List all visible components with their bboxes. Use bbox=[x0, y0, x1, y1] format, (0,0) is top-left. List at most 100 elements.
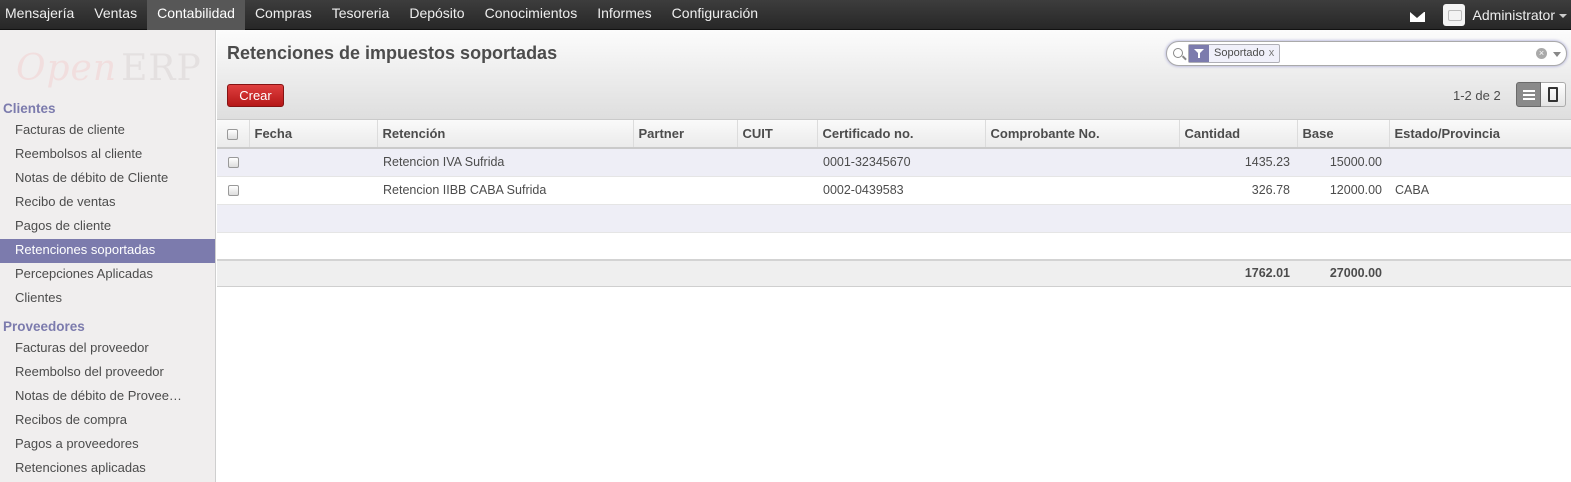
logo-open: Open bbox=[16, 48, 118, 89]
chevron-down-icon[interactable] bbox=[1559, 14, 1567, 18]
topnav-item-compras[interactable]: Compras bbox=[245, 0, 322, 30]
row-checkbox[interactable] bbox=[227, 185, 239, 197]
cell-retencion: Retencion IVA Sufrida bbox=[377, 148, 633, 177]
list-view-button[interactable] bbox=[1516, 82, 1541, 107]
pager-value[interactable]: 1-2 de 2 bbox=[1453, 88, 1501, 103]
empty-cell bbox=[817, 204, 985, 233]
top-menu: Mensajería Ventas Contabilidad Compras Tesor… bbox=[0, 0, 768, 30]
empty-cell bbox=[249, 204, 377, 233]
sidebar-item-clientes[interactable]: Clientes bbox=[0, 287, 215, 311]
topnav-item-informes[interactable]: Informes bbox=[587, 0, 661, 30]
table-row[interactable]: Retencion IVA Sufrida 0001-32345670 1435.2… bbox=[217, 148, 1571, 177]
clear-search-icon[interactable]: × bbox=[1536, 48, 1547, 59]
row-select-cell bbox=[217, 148, 249, 177]
cell-certificado-no: 0002-0439583 bbox=[817, 176, 985, 205]
topnav-item-ventas[interactable]: Ventas bbox=[84, 0, 147, 30]
column-header-fecha[interactable]: Fecha bbox=[249, 120, 378, 149]
user-area: Administrator bbox=[1409, 0, 1571, 30]
sidebar-item-retenciones-aplicadas[interactable]: Retenciones aplicadas bbox=[0, 457, 215, 481]
totals-cell bbox=[985, 259, 1179, 287]
totals-cell bbox=[217, 259, 249, 287]
form-view-button[interactable] bbox=[1541, 82, 1566, 107]
table-row[interactable]: Retencion IIBB CABA Sufrida 0002-0439583 3… bbox=[217, 176, 1571, 205]
empty-cell bbox=[817, 232, 985, 261]
cell-fecha bbox=[249, 148, 377, 177]
select-all-checkbox[interactable] bbox=[227, 129, 239, 141]
row-select-cell bbox=[217, 176, 249, 205]
totals-row: 1762.01 27000.00 bbox=[217, 259, 1571, 287]
facet-category bbox=[1189, 45, 1209, 62]
cell-certificado-no: 0001-32345670 bbox=[817, 148, 985, 177]
column-header-partner[interactable]: Partner bbox=[633, 120, 738, 149]
sidebar-item-recibo-de-ventas[interactable]: Recibo de ventas bbox=[0, 191, 215, 215]
topnav-item-configuracion[interactable]: Configuración bbox=[662, 0, 768, 30]
user-menu[interactable]: Administrator bbox=[1473, 7, 1555, 23]
totals-cell bbox=[249, 259, 377, 287]
column-header-retencion[interactable]: Retención bbox=[377, 120, 634, 149]
facet-value: Soportado bbox=[1214, 47, 1265, 59]
column-header-comprobante-no[interactable]: Comprobante No. bbox=[985, 120, 1180, 149]
create-button[interactable]: Crear bbox=[227, 84, 284, 107]
sidebar-section-clientes[interactable]: Clientes bbox=[3, 101, 56, 116]
row-checkbox[interactable] bbox=[227, 157, 239, 169]
topnav-item-conocimientos[interactable]: Conocimientos bbox=[475, 0, 588, 30]
list-table: Fecha Retención Partner CUIT Certificado no.… bbox=[217, 120, 1571, 287]
column-header-cantidad[interactable]: Cantidad bbox=[1179, 120, 1298, 149]
sidebar-section-proveedores[interactable]: Proveedores bbox=[3, 319, 85, 334]
total-base: 27000.00 bbox=[1297, 259, 1389, 287]
cell-comprobante-no bbox=[985, 148, 1179, 177]
empty-cell bbox=[1297, 204, 1389, 233]
cell-partner bbox=[633, 176, 737, 205]
sidebar-item-notas-de-debito-de-provee[interactable]: Notas de débito de Provee… bbox=[0, 385, 215, 409]
search-options-toggle-icon[interactable] bbox=[1553, 52, 1561, 57]
mail-icon[interactable] bbox=[1409, 11, 1425, 22]
view-header: Retenciones de impuestos soportadas Sopo… bbox=[217, 30, 1571, 120]
sidebar-item-notas-de-debito-de-cliente[interactable]: Notas de débito de Cliente bbox=[0, 167, 215, 191]
sidebar-item-percepciones-aplicadas[interactable]: Percepciones Aplicadas bbox=[0, 263, 215, 287]
logo[interactable]: Open ERP bbox=[16, 48, 202, 89]
empty-cell bbox=[1297, 232, 1389, 261]
cell-cantidad: 326.78 bbox=[1179, 176, 1297, 205]
topnav-item-contabilidad[interactable]: Contabilidad bbox=[147, 0, 245, 30]
column-header-base[interactable]: Base bbox=[1297, 120, 1390, 149]
empty-cell bbox=[217, 204, 249, 233]
totals-cell bbox=[817, 259, 985, 287]
search-icon[interactable] bbox=[1173, 48, 1183, 58]
topnav-item-mensajeria[interactable]: Mensajería bbox=[0, 0, 84, 30]
topnav-item-tesoreria[interactable]: Tesoreria bbox=[322, 0, 400, 30]
sidebar-item-reembolsos-al-cliente[interactable]: Reembolsos al cliente bbox=[0, 143, 215, 167]
empty-cell bbox=[1389, 232, 1571, 261]
sidebar-item-retenciones-soportadas[interactable]: Retenciones soportadas bbox=[0, 239, 215, 263]
cell-base: 12000.00 bbox=[1297, 176, 1389, 205]
sidebar-item-facturas-del-proveedor[interactable]: Facturas del proveedor bbox=[0, 337, 215, 361]
topnav-item-deposito[interactable]: Depósito bbox=[399, 0, 474, 30]
totals-cell bbox=[633, 259, 737, 287]
filter-icon bbox=[1194, 49, 1204, 58]
select-all-header bbox=[217, 120, 250, 149]
column-header-estado-provincia[interactable]: Estado/Provincia bbox=[1389, 120, 1571, 149]
sidebar-item-reembolso-del-proveedor[interactable]: Reembolso del proveedor bbox=[0, 361, 215, 385]
cell-cuit bbox=[737, 176, 817, 205]
cell-base: 15000.00 bbox=[1297, 148, 1389, 177]
cell-estado-provincia bbox=[1389, 148, 1571, 177]
sidebar-item-facturas-de-cliente[interactable]: Facturas de cliente bbox=[0, 119, 215, 143]
column-header-certificado-no[interactable]: Certificado no. bbox=[817, 120, 986, 149]
search-box[interactable]: Soportado x × bbox=[1166, 41, 1567, 66]
cell-comprobante-no bbox=[985, 176, 1179, 205]
view-switcher bbox=[1516, 82, 1566, 107]
sidebar: Open ERP Clientes Facturas de cliente Reemb… bbox=[0, 30, 216, 482]
table-body: Retencion IVA Sufrida 0001-32345670 1435.2… bbox=[217, 148, 1571, 287]
empty-cell bbox=[985, 232, 1179, 261]
empty-cell bbox=[377, 204, 633, 233]
top-navigation-bar: Mensajería Ventas Contabilidad Compras Tesor… bbox=[0, 0, 1571, 30]
avatar[interactable] bbox=[1442, 4, 1465, 26]
empty-cell bbox=[633, 232, 737, 261]
facet-remove-button[interactable]: x bbox=[1269, 45, 1280, 62]
sidebar-item-recibos-de-compra[interactable]: Recibos de compra bbox=[0, 409, 215, 433]
sidebar-item-pagos-de-cliente[interactable]: Pagos de cliente bbox=[0, 215, 215, 239]
column-header-cuit[interactable]: CUIT bbox=[737, 120, 818, 149]
cell-estado-provincia: CABA bbox=[1389, 176, 1571, 205]
sidebar-item-pagos-a-proveedores[interactable]: Pagos a proveedores bbox=[0, 433, 215, 457]
search-facet: Soportado x bbox=[1188, 44, 1281, 63]
form-icon bbox=[1548, 87, 1558, 102]
